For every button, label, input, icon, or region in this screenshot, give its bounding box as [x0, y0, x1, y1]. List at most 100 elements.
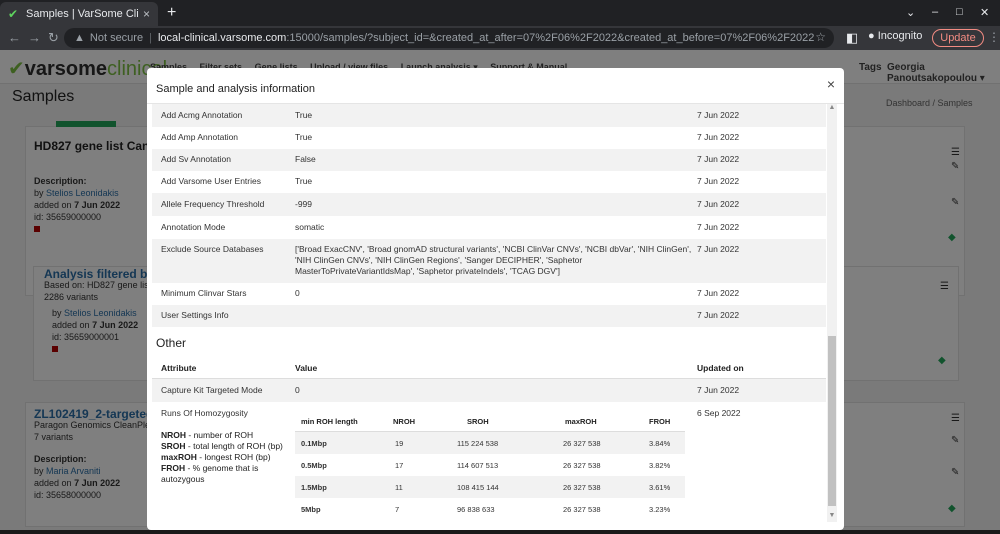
roh-col-header: min ROH length: [301, 417, 358, 426]
taskbar: [0, 530, 1000, 534]
roh-cell: 3.84%: [649, 439, 671, 448]
updated-cell: 7 Jun 2022: [697, 176, 740, 186]
url-separator: |: [149, 32, 152, 44]
roh-cell: 114 607 513: [457, 461, 499, 470]
legend-key: NROH: [161, 430, 187, 440]
roh-table-header: min ROH length NROH SROH maxROH FROH: [295, 410, 685, 432]
attr-cell: Capture Kit Targeted Mode: [161, 385, 263, 395]
roh-cell: 0.5Mbp: [301, 461, 327, 470]
side-panel-icon[interactable]: ◧: [846, 30, 858, 46]
roh-cell: 115 224 538: [457, 439, 499, 448]
updated-cell: 6 Sep 2022: [697, 408, 741, 418]
legend-value: - number of ROH: [186, 430, 254, 440]
roh-table-row: 0.5Mbp 17 114 607 513 26 327 538 3.82%: [295, 454, 685, 476]
updated-cell: 7 Jun 2022: [697, 310, 740, 320]
roh-cell: 17: [395, 461, 404, 470]
roh-cell: 19: [395, 439, 404, 448]
attr-cell: Exclude Source Databases: [161, 244, 264, 254]
table-row: Add Acmg Annotation True 7 Jun 2022: [152, 104, 826, 127]
forward-arrow-icon[interactable]: →: [28, 30, 41, 45]
updated-cell: 7 Jun 2022: [697, 199, 740, 209]
browser-tab[interactable]: ✔ Samples | VarSome Clinical ×: [0, 2, 158, 26]
roh-col-header: NROH: [393, 417, 416, 426]
roh-cell: 26 327 538: [563, 461, 601, 470]
reload-icon[interactable]: ↻: [48, 30, 59, 46]
tab-search-icon[interactable]: ⌄: [906, 6, 915, 19]
value-cell: 0: [295, 385, 300, 395]
close-window-button[interactable]: ✕: [980, 6, 989, 19]
incognito-icon: ●: [868, 30, 875, 42]
sample-info-modal: Sample and analysis information × Add Ac…: [147, 68, 844, 530]
scroll-up-icon[interactable]: ▲: [827, 104, 837, 114]
roh-cell: 108 415 144: [457, 483, 499, 492]
header-updated: Updated on: [697, 363, 744, 373]
legend-key: maxROH: [161, 452, 197, 462]
value-cell: ['Broad ExacCNV', 'Broad gnomAD structur…: [295, 244, 692, 276]
update-button[interactable]: Update: [932, 29, 984, 47]
modal-body: Add Acmg Annotation True 7 Jun 2022 Add …: [147, 104, 831, 522]
value-cell: True: [295, 176, 313, 186]
value-cell: somatic: [295, 222, 325, 232]
browser-menu-icon[interactable]: ⋮: [988, 30, 1000, 44]
value-cell: True: [295, 110, 313, 120]
browser-toolbar: ← → ↻ ▲ Not secure | local-clinical.vars…: [0, 26, 1000, 50]
updated-cell: 7 Jun 2022: [697, 110, 740, 120]
attr-cell: Minimum Clinvar Stars: [161, 288, 247, 298]
updated-cell: 7 Jun 2022: [697, 288, 740, 298]
roh-cell: 7: [395, 505, 400, 514]
roh-col-header: SROH: [467, 417, 489, 426]
header-attribute: Attribute: [161, 363, 197, 373]
attr-cell: Runs Of Homozygosity: [161, 408, 248, 418]
roh-col-header: FROH: [649, 417, 671, 426]
roh-cell: 3.82%: [649, 461, 671, 470]
incognito-indicator: ● Incognito: [868, 30, 922, 42]
restore-button[interactable]: □: [956, 6, 963, 18]
roh-cell: 11: [395, 483, 403, 492]
varsome-favicon-icon: ✔: [8, 7, 19, 21]
tab-close-icon[interactable]: ×: [143, 7, 150, 21]
scrollbar-thumb[interactable]: [828, 336, 836, 506]
updated-cell: 7 Jun 2022: [697, 222, 740, 232]
attr-cell: Add Amp Annotation: [161, 132, 239, 142]
value-cell: -999: [295, 199, 313, 209]
table-row: Add Varsome User Entries True 7 Jun 2022: [152, 171, 826, 193]
security-label: Not secure: [89, 32, 144, 44]
roh-table-row: 0.1Mbp 19 115 224 538 26 327 538 3.84%: [295, 432, 685, 454]
minimize-button[interactable]: –: [932, 6, 938, 18]
modal-scrollbar[interactable]: ▲ ▼: [827, 104, 837, 522]
address-bar[interactable]: ▲ Not secure | local-clinical.varsome.co…: [64, 28, 834, 48]
header-value: Value: [295, 363, 318, 373]
updated-cell: 7 Jun 2022: [697, 154, 740, 164]
legend-key: SROH: [161, 441, 186, 451]
modal-title: Sample and analysis information: [156, 83, 315, 95]
attr-cell: Allele Frequency Threshold: [161, 199, 265, 209]
back-arrow-icon[interactable]: ←: [8, 30, 21, 45]
scroll-down-icon[interactable]: ▼: [827, 512, 837, 522]
bookmark-star-icon[interactable]: ☆: [815, 30, 826, 44]
close-icon[interactable]: ×: [827, 76, 835, 92]
roh-col-header: maxROH: [565, 417, 597, 426]
value-cell: 0: [295, 288, 300, 298]
value-cell: True: [295, 132, 313, 142]
attr-cell: Annotation Mode: [161, 222, 226, 232]
table-row: Capture Kit Targeted Mode 0 7 Jun 2022: [152, 379, 826, 402]
table-row: Add Amp Annotation True 7 Jun 2022: [152, 127, 826, 149]
table-row: Exclude Source Databases ['Broad ExacCNV…: [152, 239, 826, 283]
modal-header: Sample and analysis information ×: [147, 68, 844, 104]
table-header: Attribute Value Updated on: [152, 356, 826, 379]
url-path: :15000/samples/?subject_id=&created_at_a…: [286, 32, 815, 44]
table-row: Minimum Clinvar Stars 0 7 Jun 2022: [152, 283, 826, 305]
value-cell: False: [295, 154, 316, 164]
attr-cell: Add Acmg Annotation: [161, 110, 243, 120]
warning-icon: ▲: [74, 32, 85, 44]
roh-cell: 96 838 633: [457, 505, 495, 514]
new-tab-button[interactable]: +: [167, 4, 176, 22]
legend-key: FROH: [161, 463, 186, 473]
url-host: local-clinical.varsome.com: [157, 32, 287, 44]
roh-table-row: 1.5Mbp 11 108 415 144 26 327 538 3.61%: [295, 476, 685, 498]
legend-value: - longest ROH (bp): [196, 452, 271, 462]
updated-cell: 7 Jun 2022: [697, 385, 740, 395]
table-row: Add Sv Annotation False 7 Jun 2022: [152, 149, 826, 171]
roh-cell: 26 327 538: [563, 505, 601, 514]
table-row: Allele Frequency Threshold -999 7 Jun 20…: [152, 193, 826, 216]
